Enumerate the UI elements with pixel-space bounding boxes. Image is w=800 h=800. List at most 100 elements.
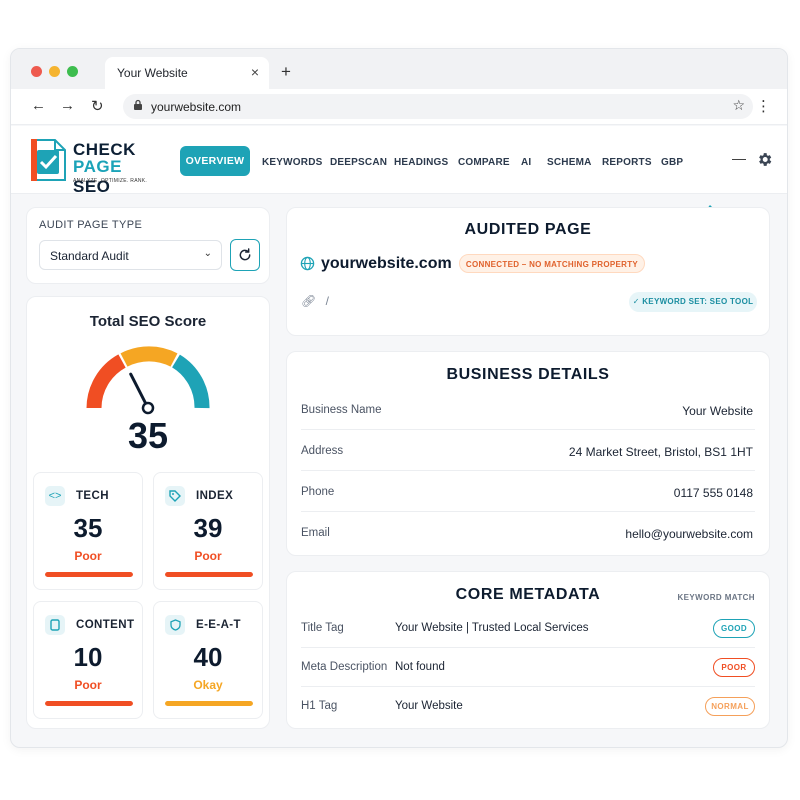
tech-status: Poor: [74, 549, 102, 563]
index-score: 39: [193, 513, 223, 543]
business-details-card: BUSINESS DETAILS Business Name Your Webs…: [286, 351, 770, 556]
email-value: hello@yourwebsite.com: [625, 527, 753, 541]
tab-compare[interactable]: COMPARE: [458, 157, 510, 168]
url-text: yourwebsite.com: [151, 100, 242, 114]
title-tag-badge: GOOD: [713, 619, 755, 638]
page-path-row: 🔗︎ /: [301, 294, 329, 308]
divider: [301, 429, 755, 430]
tech-score: 35: [73, 513, 103, 543]
h1-tag-badge: NORMAL: [705, 697, 755, 716]
eeat-bar: [165, 701, 253, 706]
chevron-down-icon: ⌄: [203, 248, 212, 259]
audit-type-select[interactable]: Standard Audit ⌄: [39, 240, 222, 270]
app-header: CHECK PAGE SEO ANALYZE. OPTIMIZE. RANK. …: [11, 126, 787, 217]
keyword-set-badge[interactable]: ✓ KEYWORD SET: SEO TOOL: [629, 292, 757, 312]
keyword-match-header: KEYWORD MATCH: [677, 593, 755, 602]
phone-value: 0117 555 0148: [673, 486, 753, 500]
eeat-score-card[interactable]: E-E-A-T 40 Okay: [153, 601, 263, 719]
content-bar: [45, 701, 133, 706]
tab-schema[interactable]: SCHEMA: [547, 157, 592, 168]
settings-gear-icon[interactable]: [756, 151, 773, 168]
h1-tag-value: Your Website: [395, 700, 463, 712]
content-score-card[interactable]: CONTENT 10 Poor: [33, 601, 143, 719]
forward-icon[interactable]: →: [60, 97, 75, 114]
title-tag-label: Title Tag: [301, 622, 344, 634]
index-status: Poor: [194, 549, 222, 563]
page-path: /: [325, 294, 329, 308]
logo-text-page-seo: PAGE SEO: [73, 157, 122, 196]
tab-ai[interactable]: AI: [521, 157, 531, 168]
audited-domain[interactable]: yourwebsite.com: [321, 255, 452, 273]
tech-score-card[interactable]: <> TECH 35 Poor: [33, 472, 143, 590]
address-label: Address: [301, 445, 344, 457]
browser-menu-icon[interactable]: ⋮: [756, 97, 771, 115]
business-name-value: Your Website: [682, 404, 753, 418]
tab-gbp[interactable]: GBP: [661, 157, 683, 168]
content-status: Poor: [74, 678, 102, 692]
back-icon[interactable]: ←: [31, 97, 46, 114]
score-title: Total SEO Score: [89, 313, 207, 330]
tab-close-icon[interactable]: ×: [251, 64, 259, 80]
audited-page-card: AUDITED PAGE yourwebsite.com CONNECTED –…: [286, 207, 770, 336]
total-score-value: 35: [127, 415, 169, 456]
tab-title: Your Website: [117, 66, 188, 80]
meta-description-value: Not found: [395, 661, 445, 673]
seo-score-card: Total SEO Score 35 <> TECH 35 Poor INDEX…: [26, 296, 270, 729]
globe-icon: [300, 256, 315, 271]
title-tag-value: Your Website | Trusted Local Services: [395, 622, 589, 634]
tab-overview[interactable]: OVERVIEW: [180, 146, 250, 176]
bookmark-star-icon[interactable]: ☆: [732, 97, 745, 114]
audited-page-title: AUDITED PAGE: [464, 221, 592, 238]
address-value: 24 Market Street, Bristol, BS1 1HT: [568, 445, 753, 459]
lock-icon: [134, 99, 142, 110]
core-metadata-card: CORE METADATA KEYWORD MATCH Title Tag Yo…: [286, 571, 770, 729]
index-bar: [165, 572, 253, 577]
browser-address-bar: ← → ↻ yourwebsite.com ☆ ⋮: [11, 89, 787, 125]
audit-type-value: Standard Audit: [50, 249, 129, 263]
maximize-window-button[interactable]: [67, 66, 78, 77]
new-tab-button[interactable]: +: [281, 62, 291, 82]
refresh-button[interactable]: [230, 239, 260, 271]
content-label: CONTENT: [76, 619, 135, 631]
divider: [301, 647, 755, 648]
meta-description-badge: POOR: [713, 658, 755, 677]
tab-reports[interactable]: REPORTS: [602, 157, 652, 168]
eeat-label: E-E-A-T: [196, 619, 241, 631]
minimize-window-button[interactable]: [49, 66, 60, 77]
refresh-icon: [239, 248, 251, 261]
browser-tab-bar: Your Website × +: [11, 49, 787, 89]
meta-description-label: Meta Description: [301, 661, 388, 673]
divider: [301, 470, 755, 471]
business-name-label: Business Name: [301, 404, 382, 416]
shield-icon: [165, 615, 185, 635]
minimize-icon[interactable]: —: [732, 150, 746, 166]
business-details-title: BUSINESS DETAILS: [446, 366, 610, 383]
divider: [301, 686, 755, 687]
content-score: 10: [73, 642, 103, 672]
reload-icon[interactable]: ↻: [91, 97, 104, 115]
logo-tagline: ANALYZE. OPTIMIZE. RANK.: [73, 178, 148, 184]
tab-keywords[interactable]: KEYWORDS: [262, 157, 323, 168]
audit-type-card: AUDIT PAGE TYPE Standard Audit ⌄: [26, 207, 270, 284]
code-icon: <>: [45, 486, 65, 506]
url-input[interactable]: yourwebsite.com ☆: [123, 94, 753, 119]
score-gauge: [86, 346, 210, 415]
divider: [301, 511, 755, 512]
close-window-button[interactable]: [31, 66, 42, 77]
tech-label: TECH: [76, 490, 109, 502]
tab-headings[interactable]: HEADINGS: [394, 157, 448, 168]
browser-tab[interactable]: Your Website ×: [105, 57, 269, 89]
index-score-card[interactable]: INDEX 39 Poor: [153, 472, 263, 590]
document-icon: [45, 615, 65, 635]
eeat-score: 40: [193, 642, 223, 672]
email-label: Email: [301, 527, 330, 539]
tag-icon: [165, 486, 185, 506]
logo-mark-icon: [31, 139, 66, 181]
logo[interactable]: CHECK PAGE SEO ANALYZE. OPTIMIZE. RANK.: [31, 136, 161, 196]
browser-window: Your Website × + ← → ↻ yourwebsite.com ☆…: [10, 48, 788, 748]
h1-tag-label: H1 Tag: [301, 700, 338, 712]
tab-deepscan[interactable]: DEEPSCAN: [330, 157, 387, 168]
audit-type-label: AUDIT PAGE TYPE: [39, 219, 143, 231]
tech-bar: [45, 572, 133, 577]
phone-label: Phone: [301, 486, 335, 498]
